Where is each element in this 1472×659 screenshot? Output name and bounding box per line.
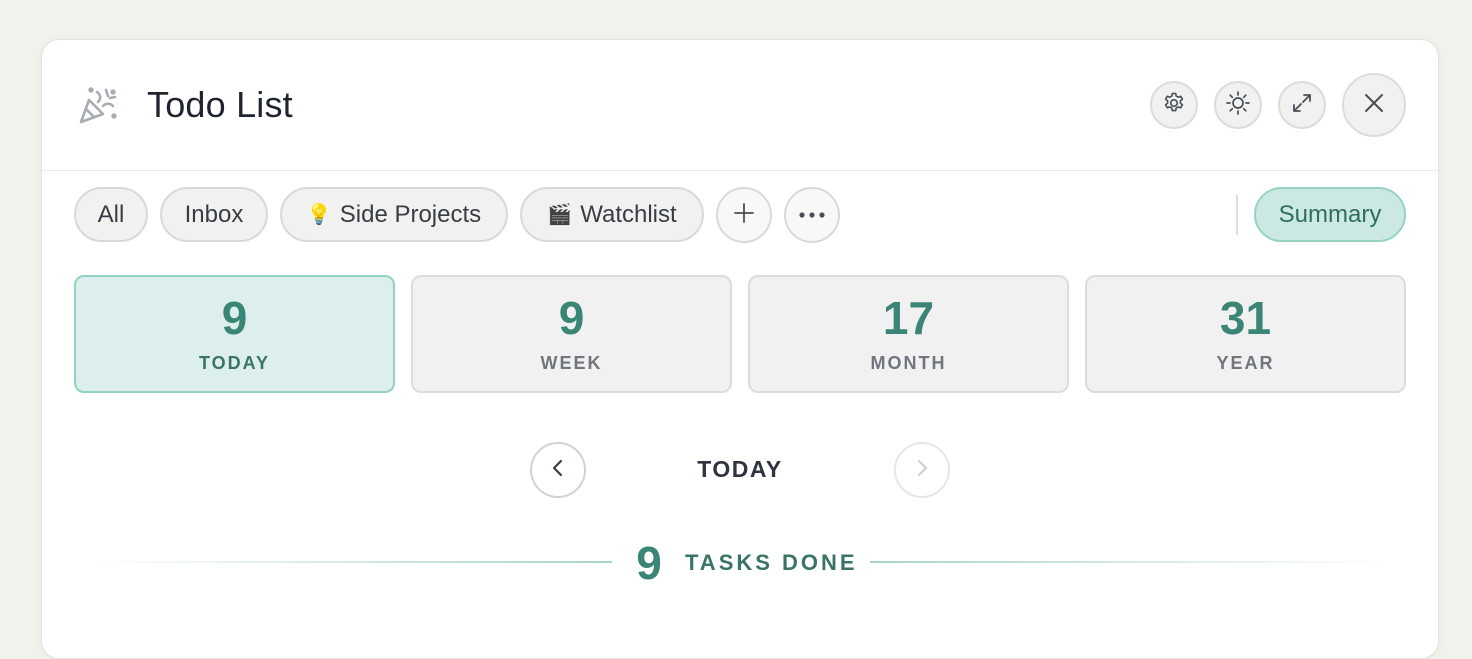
tasks-done-label: TASKS DONE <box>685 550 858 575</box>
stat-value: 17 <box>882 292 935 344</box>
stat-label: TODAY <box>198 353 271 373</box>
stat-card-today[interactable]: 9 TODAY <box>74 275 395 393</box>
sun-icon <box>1225 90 1251 121</box>
tabs-divider <box>1236 195 1238 235</box>
lightbulb-icon: 💡 <box>306 204 332 226</box>
tab-side-projects[interactable]: 💡 Side Projects <box>280 187 508 242</box>
previous-period-button[interactable] <box>530 442 586 498</box>
plus-icon <box>732 201 756 230</box>
settings-button[interactable] <box>1150 81 1198 129</box>
next-period-button[interactable] <box>894 442 950 498</box>
app-title: Todo List <box>147 84 293 125</box>
stat-value: 9 <box>558 292 585 344</box>
divider-line-left <box>92 561 612 563</box>
summary-label: Summary <box>1278 200 1382 228</box>
stat-label: YEAR <box>1216 353 1275 373</box>
stat-value: 9 <box>221 292 248 344</box>
expand-button[interactable] <box>1278 81 1326 129</box>
window-header: Todo List <box>42 40 1438 171</box>
summary-button[interactable]: Summary <box>1254 187 1406 242</box>
todo-window: Todo List All Inbox 💡 Side Projects 🎬 Wa… <box>41 39 1439 659</box>
tab-watchlist[interactable]: 🎬 Watchlist <box>520 187 704 242</box>
tab-label: All <box>97 200 125 228</box>
more-lists-button[interactable] <box>784 187 840 243</box>
period-label: TODAY <box>697 456 783 482</box>
stat-card-month[interactable]: 17 MONTH <box>748 275 1069 393</box>
party-popper-icon <box>77 84 119 126</box>
clapperboard-icon: 🎬 <box>547 204 573 226</box>
close-button[interactable] <box>1342 73 1406 137</box>
stat-label: MONTH <box>870 353 947 373</box>
close-icon <box>1362 91 1386 120</box>
tab-label: Side Projects <box>339 200 482 228</box>
tab-label: Inbox <box>184 200 244 228</box>
tasks-done-count: 9 <box>636 537 662 589</box>
gear-icon <box>1162 91 1186 120</box>
divider-line-right <box>870 561 1390 563</box>
stat-card-week[interactable]: 9 WEEK <box>411 275 732 393</box>
theme-toggle-button[interactable] <box>1214 81 1262 129</box>
tab-all[interactable]: All <box>74 187 148 242</box>
chevron-left-icon <box>547 457 569 484</box>
tab-inbox[interactable]: Inbox <box>160 187 268 242</box>
chevron-right-icon <box>911 457 933 484</box>
stat-value: 31 <box>1219 292 1272 344</box>
stat-label: WEEK <box>540 353 603 373</box>
more-dots-icon <box>797 206 827 224</box>
expand-icon <box>1290 91 1314 120</box>
add-list-button[interactable] <box>716 187 772 243</box>
stat-card-year[interactable]: 31 YEAR <box>1085 275 1406 393</box>
list-tabs: All Inbox 💡 Side Projects 🎬 Watchlist Su… <box>42 187 1438 243</box>
tab-label: Watchlist <box>580 200 677 228</box>
